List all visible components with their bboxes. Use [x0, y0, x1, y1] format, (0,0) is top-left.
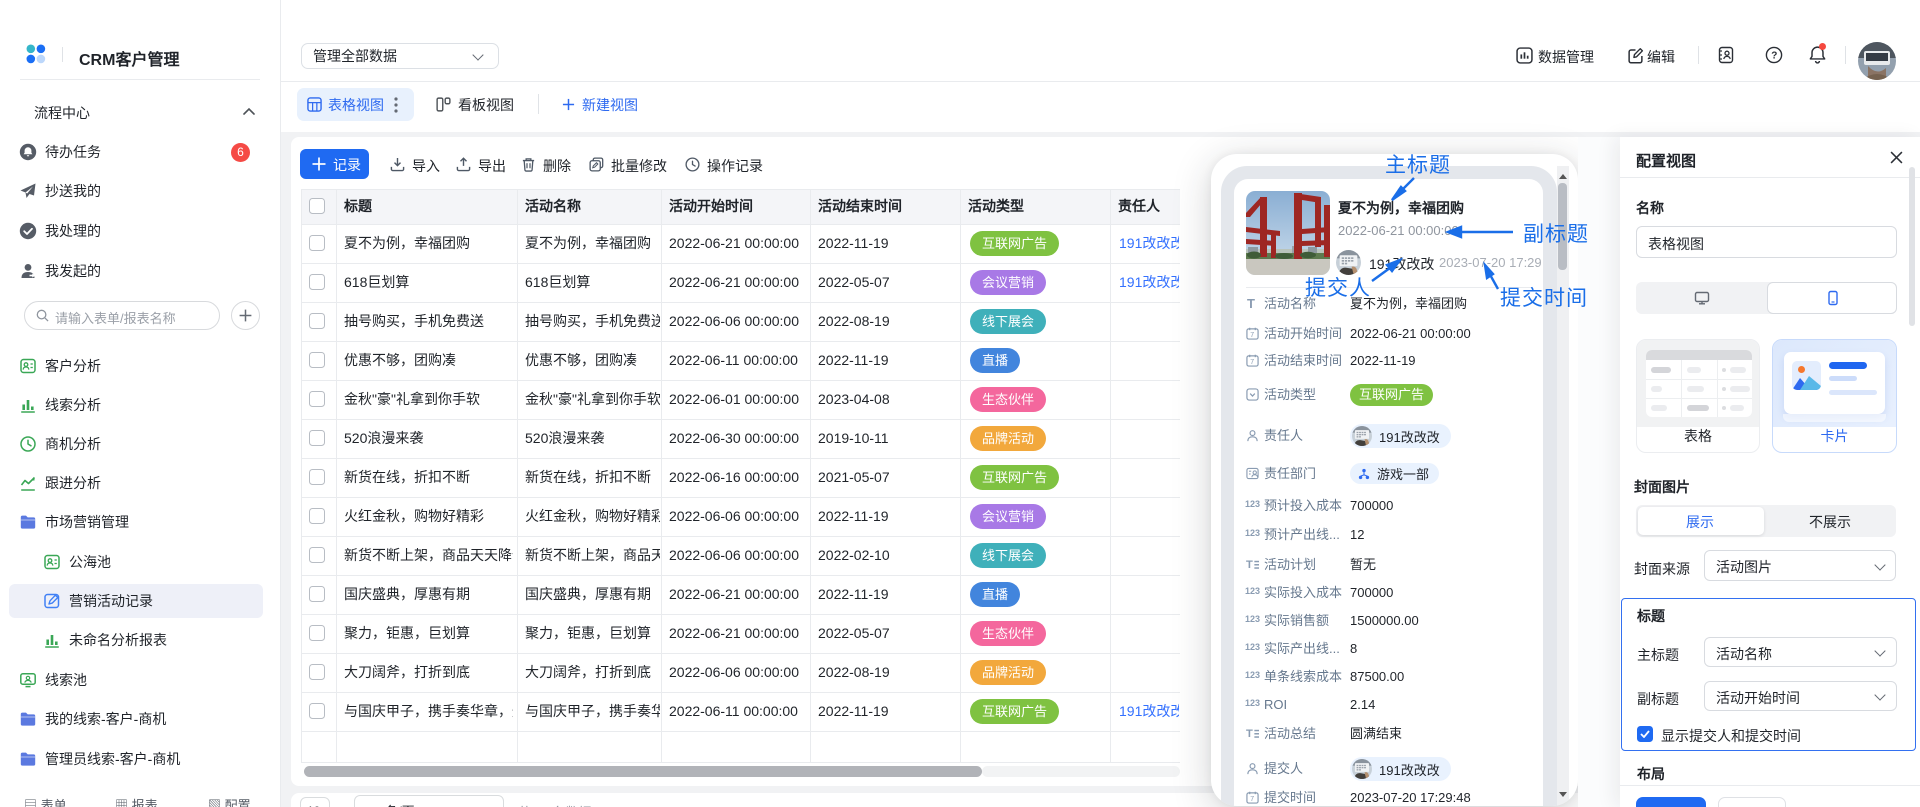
svg-text:7: 7: [1250, 796, 1254, 803]
svg-text:?: ?: [1771, 51, 1777, 62]
svg-text:主标题: 主标题: [1385, 153, 1451, 177]
svg-text:T: T: [1246, 559, 1253, 571]
svg-text:7: 7: [1250, 332, 1254, 339]
svg-text:提交人: 提交人: [1305, 276, 1371, 300]
svg-text:提交时间: 提交时间: [1500, 286, 1588, 310]
svg-text:T: T: [1246, 728, 1253, 740]
svg-text:7: 7: [1250, 359, 1254, 366]
svg-text:副标题: 副标题: [1523, 222, 1589, 246]
